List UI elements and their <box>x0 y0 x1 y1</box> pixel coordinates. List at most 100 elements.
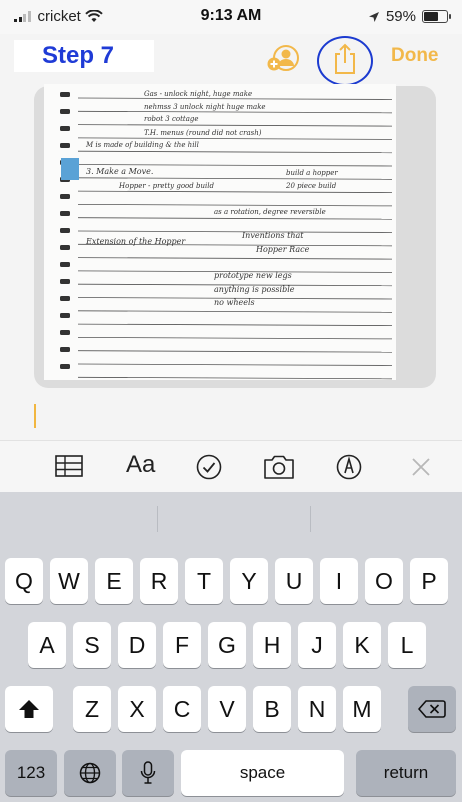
note-line: Inventions that <box>241 231 304 240</box>
delete-key[interactable] <box>408 686 456 732</box>
camera-icon[interactable] <box>262 453 296 481</box>
note-line: build a hopper <box>286 169 338 177</box>
notebook-rule-line <box>77 376 393 380</box>
location-icon <box>368 11 379 22</box>
notebook-rule-line <box>77 164 393 167</box>
spiral-ring <box>60 92 70 97</box>
note-line: anything is possible <box>214 285 295 294</box>
close-icon[interactable] <box>410 456 432 478</box>
key-f[interactable]: F <box>163 622 201 668</box>
status-right: 59% <box>368 8 451 25</box>
key-w[interactable]: W <box>50 558 88 604</box>
key-l[interactable]: L <box>388 622 426 668</box>
predictive-text-bar[interactable] <box>0 492 462 548</box>
note-line: Extension of the Hopper <box>85 237 186 246</box>
notebook-rule-line <box>77 323 393 327</box>
spiral-ring <box>60 296 70 301</box>
shift-key[interactable] <box>5 686 53 732</box>
spiral-ring <box>60 109 70 114</box>
key-b[interactable]: B <box>253 686 291 732</box>
globe-icon <box>79 762 101 784</box>
text-cursor <box>34 404 36 428</box>
key-c[interactable]: C <box>163 686 201 732</box>
notebook-rule-line <box>77 363 393 366</box>
key-a[interactable]: A <box>28 622 66 668</box>
notebook-rule-line <box>77 110 393 114</box>
key-z[interactable]: Z <box>73 686 111 732</box>
share-icon[interactable] <box>330 42 360 76</box>
note-line: 20 piece build <box>285 182 337 190</box>
table-icon[interactable] <box>54 453 84 479</box>
note-line: Hopper - pretty good build <box>118 182 214 190</box>
key-o[interactable]: O <box>365 558 403 604</box>
note-line: M is made of building & the hill <box>85 141 199 149</box>
key-y[interactable]: Y <box>230 558 268 604</box>
note-line: nehmss 3 unlock night huge make <box>144 103 266 111</box>
notebook-rule-line <box>77 137 393 140</box>
spiral-ring <box>60 347 70 352</box>
scanned-notebook-page[interactable]: Gas - unlock night, huge make nehmss 3 u… <box>44 84 396 380</box>
note-line: 3. Make a Move. <box>86 167 153 176</box>
keyboard: Q W E R T Y U I O P A S D F G H J K L Z … <box>0 492 462 802</box>
markup-pen-icon[interactable] <box>335 453 363 481</box>
notebook-rule-line <box>77 190 393 193</box>
note-line: Gas - unlock night, huge make <box>144 90 252 98</box>
microphone-icon <box>140 761 156 784</box>
notebook-rule-line <box>77 257 393 260</box>
spiral-ring <box>60 279 70 284</box>
key-e[interactable]: E <box>95 558 133 604</box>
key-h[interactable]: H <box>253 622 291 668</box>
battery-percent: 59% <box>385 8 416 25</box>
navigation-bar: Step 7 Done <box>0 34 462 86</box>
key-n[interactable]: N <box>298 686 336 732</box>
key-r[interactable]: R <box>140 558 178 604</box>
key-j[interactable]: J <box>298 622 336 668</box>
spiral-ring <box>60 211 70 216</box>
text-style-button[interactable]: Aa <box>126 451 155 479</box>
numbers-key[interactable]: 123 <box>5 750 57 796</box>
dictation-key[interactable] <box>122 750 174 796</box>
spiral-ring <box>60 228 70 233</box>
notebook-rule-line <box>77 124 393 127</box>
note-line: no wheels <box>214 298 255 307</box>
space-key[interactable]: space <box>181 750 344 796</box>
notebook-rule-line <box>77 150 393 154</box>
spiral-ring <box>60 313 70 318</box>
spiral-ring <box>60 194 70 199</box>
key-x[interactable]: X <box>118 686 156 732</box>
key-p[interactable]: P <box>410 558 448 604</box>
key-k[interactable]: K <box>343 622 381 668</box>
notebook-rule-line <box>77 204 393 207</box>
key-i[interactable]: I <box>320 558 358 604</box>
spiral-ring <box>60 330 70 335</box>
checklist-icon[interactable] <box>195 453 223 481</box>
note-line: prototype new legs <box>214 271 292 280</box>
key-u[interactable]: U <box>275 558 313 604</box>
spiral-ring <box>60 245 70 250</box>
note-line: Hopper Race <box>255 245 310 254</box>
key-s[interactable]: S <box>73 622 111 668</box>
notebook-rule-line <box>77 336 393 340</box>
notebook-rule-line <box>77 177 393 180</box>
spiral-ring <box>60 364 70 369</box>
notebook-rule-line <box>77 217 393 220</box>
notebook-rule-line <box>77 230 393 233</box>
step-label: Step 7 <box>14 40 154 72</box>
spiral-ring <box>60 262 70 267</box>
done-button[interactable]: Done <box>391 45 439 67</box>
key-q[interactable]: Q <box>5 558 43 604</box>
battery-icon <box>422 10 451 23</box>
key-m[interactable]: M <box>343 686 381 732</box>
globe-key[interactable] <box>64 750 116 796</box>
note-line: as a rotation, degree reversible <box>214 208 326 216</box>
notebook-rule-line <box>77 310 393 313</box>
key-v[interactable]: V <box>208 686 246 732</box>
key-d[interactable]: D <box>118 622 156 668</box>
note-line: robot 3 cottage <box>144 115 199 123</box>
key-g[interactable]: G <box>208 622 246 668</box>
add-person-icon[interactable] <box>266 42 300 74</box>
note-line: T.H. menus (round did not crash) <box>144 129 262 137</box>
notebook-drawing: Gas - unlock night, huge make nehmss 3 u… <box>60 90 393 380</box>
key-t[interactable]: T <box>185 558 223 604</box>
return-key[interactable]: return <box>356 750 456 796</box>
